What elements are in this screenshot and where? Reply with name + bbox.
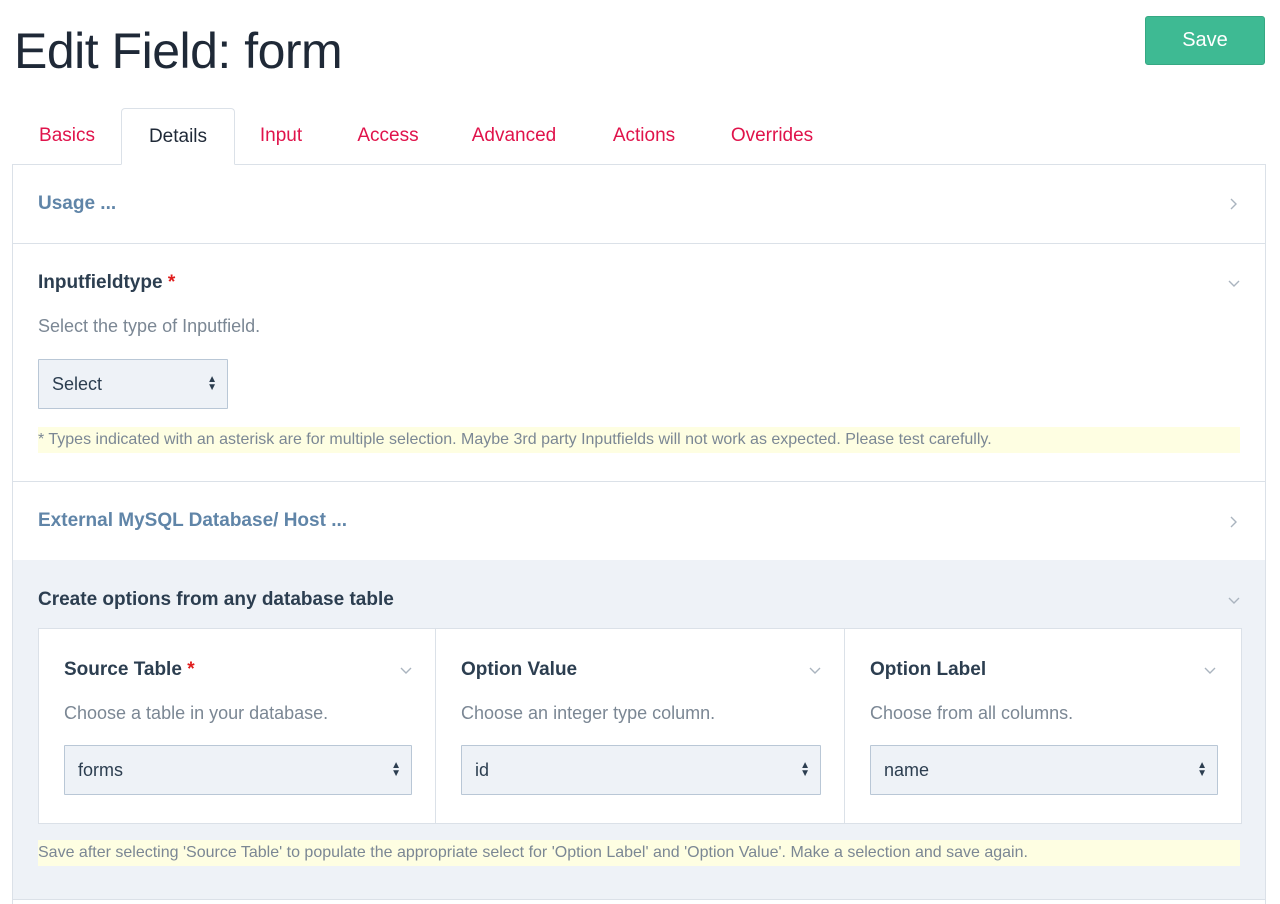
source-table-select[interactable]: forms ▲ ▼ [64, 745, 412, 795]
select-arrows-icon: ▲ ▼ [800, 760, 810, 779]
select-arrows-icon: ▲ ▼ [391, 760, 401, 779]
tab-overrides[interactable]: Overrides [722, 108, 822, 164]
page-title: Edit Field: form [14, 23, 343, 79]
tab-access[interactable]: Access [348, 108, 428, 164]
source-table-select-value: forms [78, 759, 123, 780]
select-arrows-icon: ▲ ▼ [207, 374, 217, 393]
external-db-heading[interactable]: External MySQL Database/ Host ... [38, 510, 347, 532]
source-table-label: Source Table [64, 659, 182, 680]
required-asterisk: * [187, 659, 195, 680]
chevron-right-icon[interactable] [1227, 197, 1241, 211]
source-table-heading[interactable]: Source Table * [64, 659, 195, 681]
inputfieldtype-description: Select the type of Inputfield. [38, 316, 261, 336]
chevron-down-icon[interactable] [808, 664, 822, 678]
tab-input[interactable]: Input [248, 108, 314, 164]
option-label-description: Choose from all columns. [870, 703, 1074, 723]
external-db-section[interactable]: External MySQL Database/ Host ... [13, 481, 1265, 561]
chevron-down-icon[interactable] [1227, 277, 1241, 291]
tab-advanced[interactable]: Advanced [464, 108, 564, 164]
option-label-select-value: name [884, 759, 930, 780]
inputfieldtype-section: Inputfieldtype * Select the type of Inpu… [13, 243, 1265, 482]
source-table-column: Source Table * Choose a table in your da… [39, 629, 436, 823]
options-columns: Source Table * Choose a table in your da… [38, 628, 1242, 824]
option-value-description: Choose an integer type column. [461, 703, 716, 723]
chevron-down-icon[interactable] [1203, 664, 1217, 678]
option-value-heading[interactable]: Option Value [461, 659, 577, 681]
option-value-column: Option Value Choose an integer type colu… [435, 629, 845, 823]
details-panel: Usage ... Inputfieldtype * Select the ty… [12, 164, 1266, 904]
option-label-column: Option Label Choose from all columns. na… [844, 629, 1241, 823]
chevron-down-icon[interactable] [1227, 594, 1241, 608]
source-table-description: Choose a table in your database. [64, 703, 329, 723]
inputfieldtype-select-value: Select [52, 373, 103, 394]
tab-bar: Basics Details Input Access Advanced Act… [12, 108, 1266, 165]
option-label-select[interactable]: name ▲ ▼ [870, 745, 1218, 795]
inputfieldtype-heading[interactable]: Inputfieldtype * [38, 272, 175, 294]
required-asterisk: * [167, 272, 176, 293]
inputfieldtype-label: Inputfieldtype [38, 272, 163, 293]
select-arrows-icon: ▲ ▼ [1197, 760, 1207, 779]
create-options-heading[interactable]: Create options from any database table [38, 589, 394, 611]
tab-actions[interactable]: Actions [604, 108, 684, 164]
option-value-select[interactable]: id ▲ ▼ [461, 745, 821, 795]
usage-section[interactable]: Usage ... [13, 164, 1265, 244]
chevron-right-icon[interactable] [1227, 515, 1241, 529]
inputfieldtype-select[interactable]: Select ▲ ▼ [38, 359, 228, 409]
usage-heading[interactable]: Usage ... [38, 193, 116, 215]
create-options-note: Save after selecting 'Source Table' to p… [38, 840, 1240, 866]
tab-basics[interactable]: Basics [26, 108, 108, 164]
chevron-down-icon[interactable] [399, 664, 413, 678]
option-label-heading[interactable]: Option Label [870, 659, 986, 681]
tab-details[interactable]: Details [121, 108, 235, 165]
create-options-section: Create options from any database table S… [13, 560, 1265, 900]
save-button[interactable]: Save [1145, 16, 1265, 65]
inputfieldtype-note: * Types indicated with an asterisk are f… [38, 427, 1240, 453]
option-value-select-value: id [475, 759, 490, 780]
